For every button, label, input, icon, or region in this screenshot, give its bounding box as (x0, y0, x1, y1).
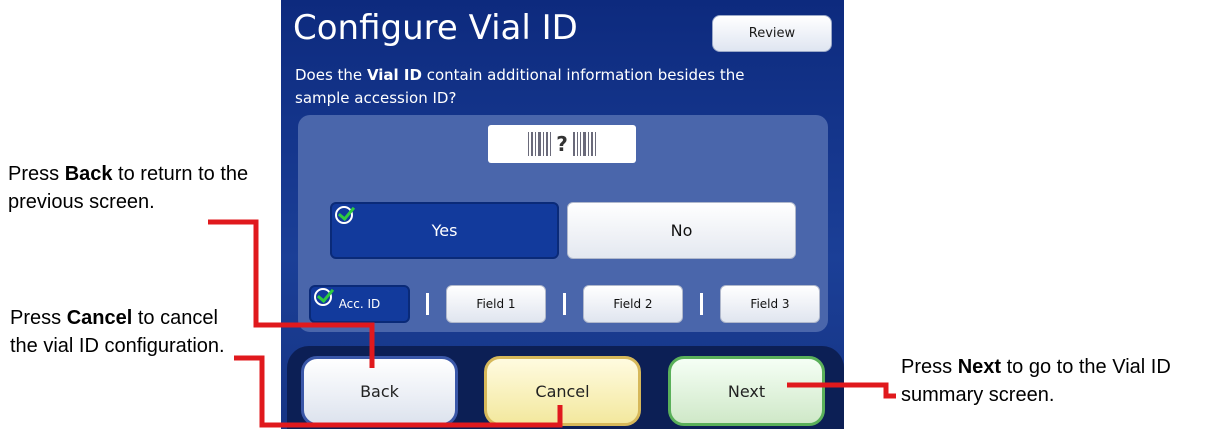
field-selector: Acc. ID Field 1 Field 2 Field 3 (309, 285, 820, 325)
barcode-question-mark: ? (554, 132, 570, 156)
callout-cancel-bold: Cancel (66, 307, 133, 329)
check-icon (335, 206, 353, 224)
callout-next-pre: Press (901, 356, 958, 378)
barcode-bars-left (528, 132, 552, 156)
field-separator (563, 293, 566, 315)
no-button[interactable]: No (567, 202, 796, 259)
field-separator (700, 293, 703, 315)
callout-back-pre: Press (8, 163, 65, 185)
callout-cancel: Press Cancel to cancel the vial ID confi… (10, 304, 240, 360)
callout-back: Press Back to return to the previous scr… (8, 160, 258, 216)
no-label: No (670, 221, 693, 240)
field-2-button[interactable]: Field 2 (583, 285, 683, 323)
callout-next: Press Next to go to the Vial ID summary … (901, 353, 1206, 409)
callout-cancel-pre: Press (10, 307, 67, 329)
check-icon (314, 288, 332, 306)
options-panel: ? Yes No Acc. ID Field 1 Field 2 Field 3 (298, 115, 828, 332)
yes-button[interactable]: Yes (330, 202, 559, 259)
field-acc-id-button[interactable]: Acc. ID (309, 285, 410, 323)
yes-label: Yes (431, 221, 458, 240)
cancel-button[interactable]: Cancel (484, 356, 641, 426)
callout-back-bold: Back (64, 163, 113, 185)
question-prefix: Does the (295, 66, 367, 84)
question-emphasis: Vial ID (366, 66, 422, 84)
question-text: Does the Vial ID contain additional info… (295, 64, 755, 110)
field-3-button[interactable]: Field 3 (720, 285, 820, 323)
back-button[interactable]: Back (301, 356, 458, 426)
device-screen: Configure Vial ID Review Does the Vial I… (281, 0, 844, 429)
page-title: Configure Vial ID (293, 8, 578, 48)
next-button[interactable]: Next (668, 356, 825, 426)
field-1-button[interactable]: Field 1 (446, 285, 546, 323)
field-separator (426, 293, 429, 315)
barcode-icon: ? (488, 125, 636, 163)
nav-footer: Back Cancel Next (287, 346, 844, 429)
review-button[interactable]: Review (712, 15, 832, 52)
field-acc-id-label: Acc. ID (338, 297, 381, 311)
callout-next-bold: Next (957, 356, 1002, 378)
barcode-bars-right (572, 132, 596, 156)
